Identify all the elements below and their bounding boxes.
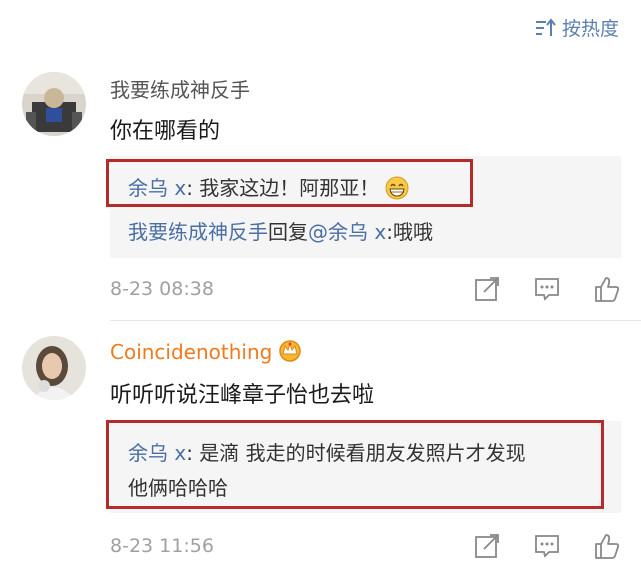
share-icon[interactable] — [472, 531, 502, 561]
reply-text-continued: 他俩哈哈哈 — [128, 476, 228, 500]
comment-text: 你在哪看的 — [110, 119, 221, 144]
reply-text: 是滴 我走的时候看朋友发照片才发现 — [192, 441, 526, 465]
reply-author[interactable]: 我要练成神反手 — [128, 220, 268, 244]
reply-text: 哦哦 — [392, 220, 433, 244]
reply-box[interactable]: 余乌 x: 是滴 我走的时候看朋友发照片才发现 他俩哈哈哈 — [110, 421, 621, 513]
sort-by-hot-button[interactable]: 按热度 — [534, 14, 619, 41]
comment-timestamp: 8-23 11:56 — [110, 535, 214, 557]
reply-text: 我家这边！阿那亚！ — [192, 176, 380, 200]
like-icon[interactable] — [592, 274, 622, 304]
comment-divider — [110, 320, 641, 321]
comment-actions — [472, 531, 622, 561]
avatar[interactable] — [22, 72, 86, 136]
reply-box[interactable]: 余乌 x: 我家这边！阿那亚！ 我要练成神反手回复@余乌 x:哦哦 — [110, 156, 621, 258]
comment-icon[interactable] — [532, 274, 562, 304]
grinning-emoji-icon — [385, 176, 409, 205]
reply-item: 余乌 x: 我家这边！阿那亚！ — [128, 172, 409, 205]
comment-username[interactable]: Coincidenothing — [110, 338, 304, 367]
comment-timestamp: 8-23 08:38 — [110, 278, 214, 300]
sort-label: 按热度 — [561, 18, 619, 40]
reply-mention[interactable]: @余乌 x — [308, 220, 386, 244]
reply-item: 我要练成神反手回复@余乌 x:哦哦 — [128, 220, 433, 244]
reply-author[interactable]: 余乌 x — [128, 441, 186, 465]
comment-username[interactable]: 我要练成神反手 — [110, 74, 250, 103]
comment-actions — [472, 274, 622, 304]
reply-item: 余乌 x: 是滴 我走的时候看朋友发照片才发现 — [128, 441, 526, 465]
sort-icon — [535, 17, 556, 36]
like-icon[interactable] — [592, 531, 622, 561]
comment-text: 听听听说汪峰章子怡也去啦 — [110, 383, 375, 408]
crown-badge-icon — [276, 338, 304, 367]
avatar[interactable] — [22, 336, 86, 400]
comment-icon[interactable] — [532, 531, 562, 561]
share-icon[interactable] — [472, 274, 502, 304]
reply-author[interactable]: 余乌 x — [128, 176, 186, 200]
